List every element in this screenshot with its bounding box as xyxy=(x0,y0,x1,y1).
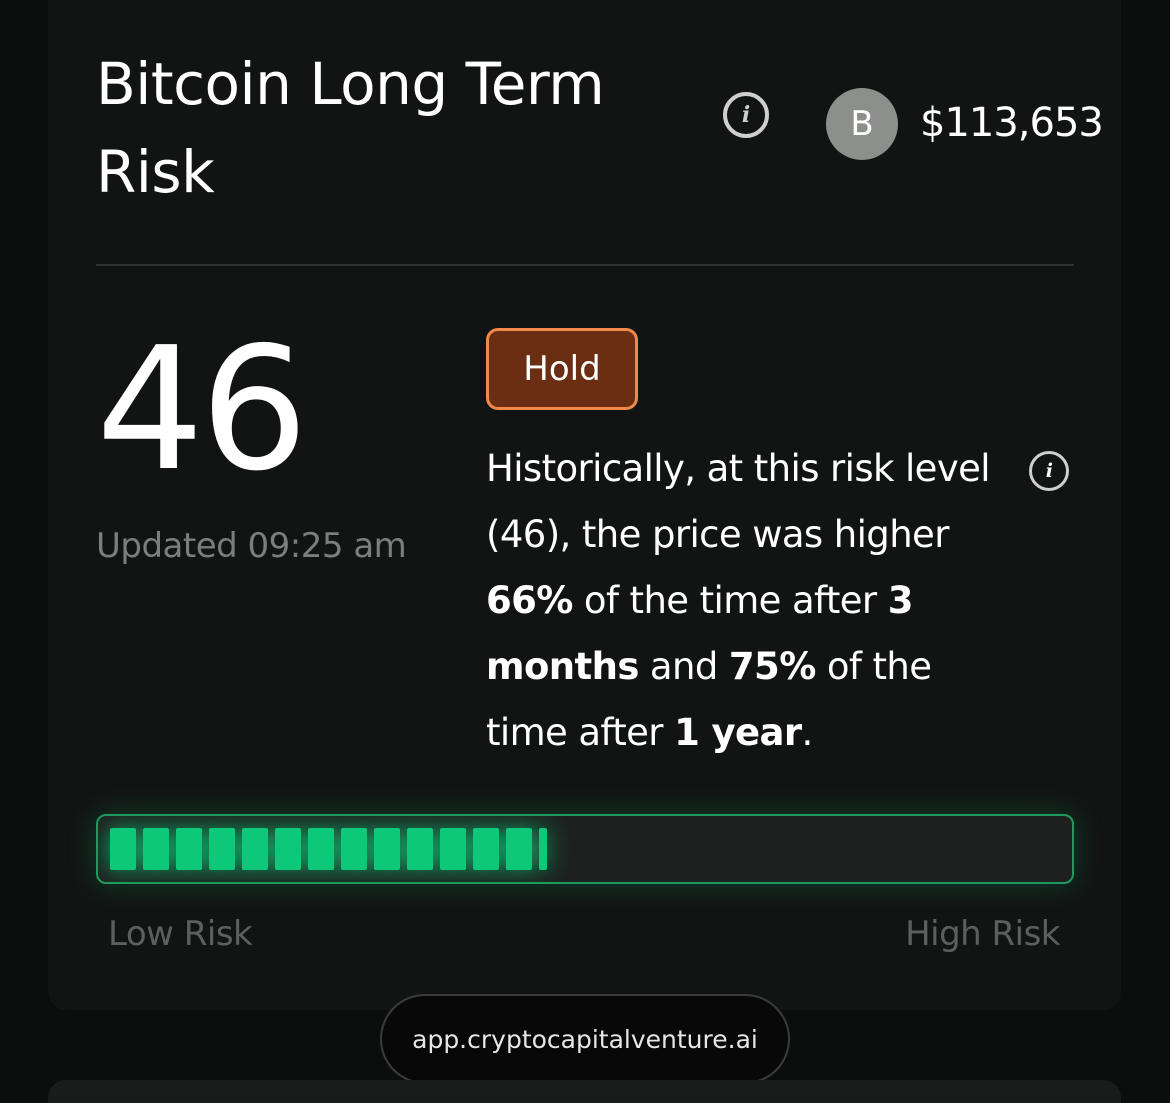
desc-pct-3m: 66% xyxy=(486,579,573,622)
desc-pct-1y: 75% xyxy=(728,645,816,688)
card-title: Bitcoin Long Term Risk xyxy=(96,50,605,206)
desc-text: Historically, at this risk level (46), t… xyxy=(486,447,991,556)
risk-meter-segment xyxy=(506,828,532,870)
desc-text: and xyxy=(638,645,729,688)
high-risk-label: High Risk xyxy=(905,914,1060,954)
url-pill[interactable]: app.cryptocapitalventure.ai xyxy=(380,994,790,1084)
hold-badge: Hold xyxy=(486,328,638,410)
risk-meter-segment xyxy=(374,828,400,870)
risk-meter-segment xyxy=(110,828,136,870)
risk-meter-segment xyxy=(440,828,466,870)
risk-meter-segment xyxy=(176,828,202,870)
desc-text: of the time after xyxy=(572,579,888,622)
risk-meter-segment xyxy=(275,828,301,870)
risk-meter-segment xyxy=(407,828,433,870)
coin-avatar: B xyxy=(826,88,898,160)
risk-meter-segment xyxy=(143,828,169,870)
desc-text: . xyxy=(801,711,814,754)
risk-description: Historically, at this risk level (46), t… xyxy=(486,436,996,766)
low-risk-label: Low Risk xyxy=(108,914,253,954)
risk-meter-segment xyxy=(308,828,334,870)
next-card xyxy=(48,1080,1121,1103)
divider xyxy=(96,264,1074,266)
risk-meter-segment xyxy=(242,828,268,870)
info-icon[interactable]: i xyxy=(723,92,769,138)
risk-meter-segment xyxy=(539,828,547,870)
page: Bitcoin Long Term Risk i B $113,653 46 U… xyxy=(0,0,1170,1103)
risk-meter-segment xyxy=(341,828,367,870)
updated-time: Updated 09:25 am xyxy=(96,526,407,566)
risk-meter-segment xyxy=(209,828,235,870)
info-icon[interactable]: i xyxy=(1029,451,1069,491)
risk-meter-segment xyxy=(473,828,499,870)
btc-price: $113,653 xyxy=(920,100,1104,146)
risk-meter xyxy=(96,814,1074,884)
desc-period-1y: 1 year xyxy=(674,711,802,754)
risk-meter-fill xyxy=(110,828,547,870)
risk-score: 46 xyxy=(96,311,308,509)
